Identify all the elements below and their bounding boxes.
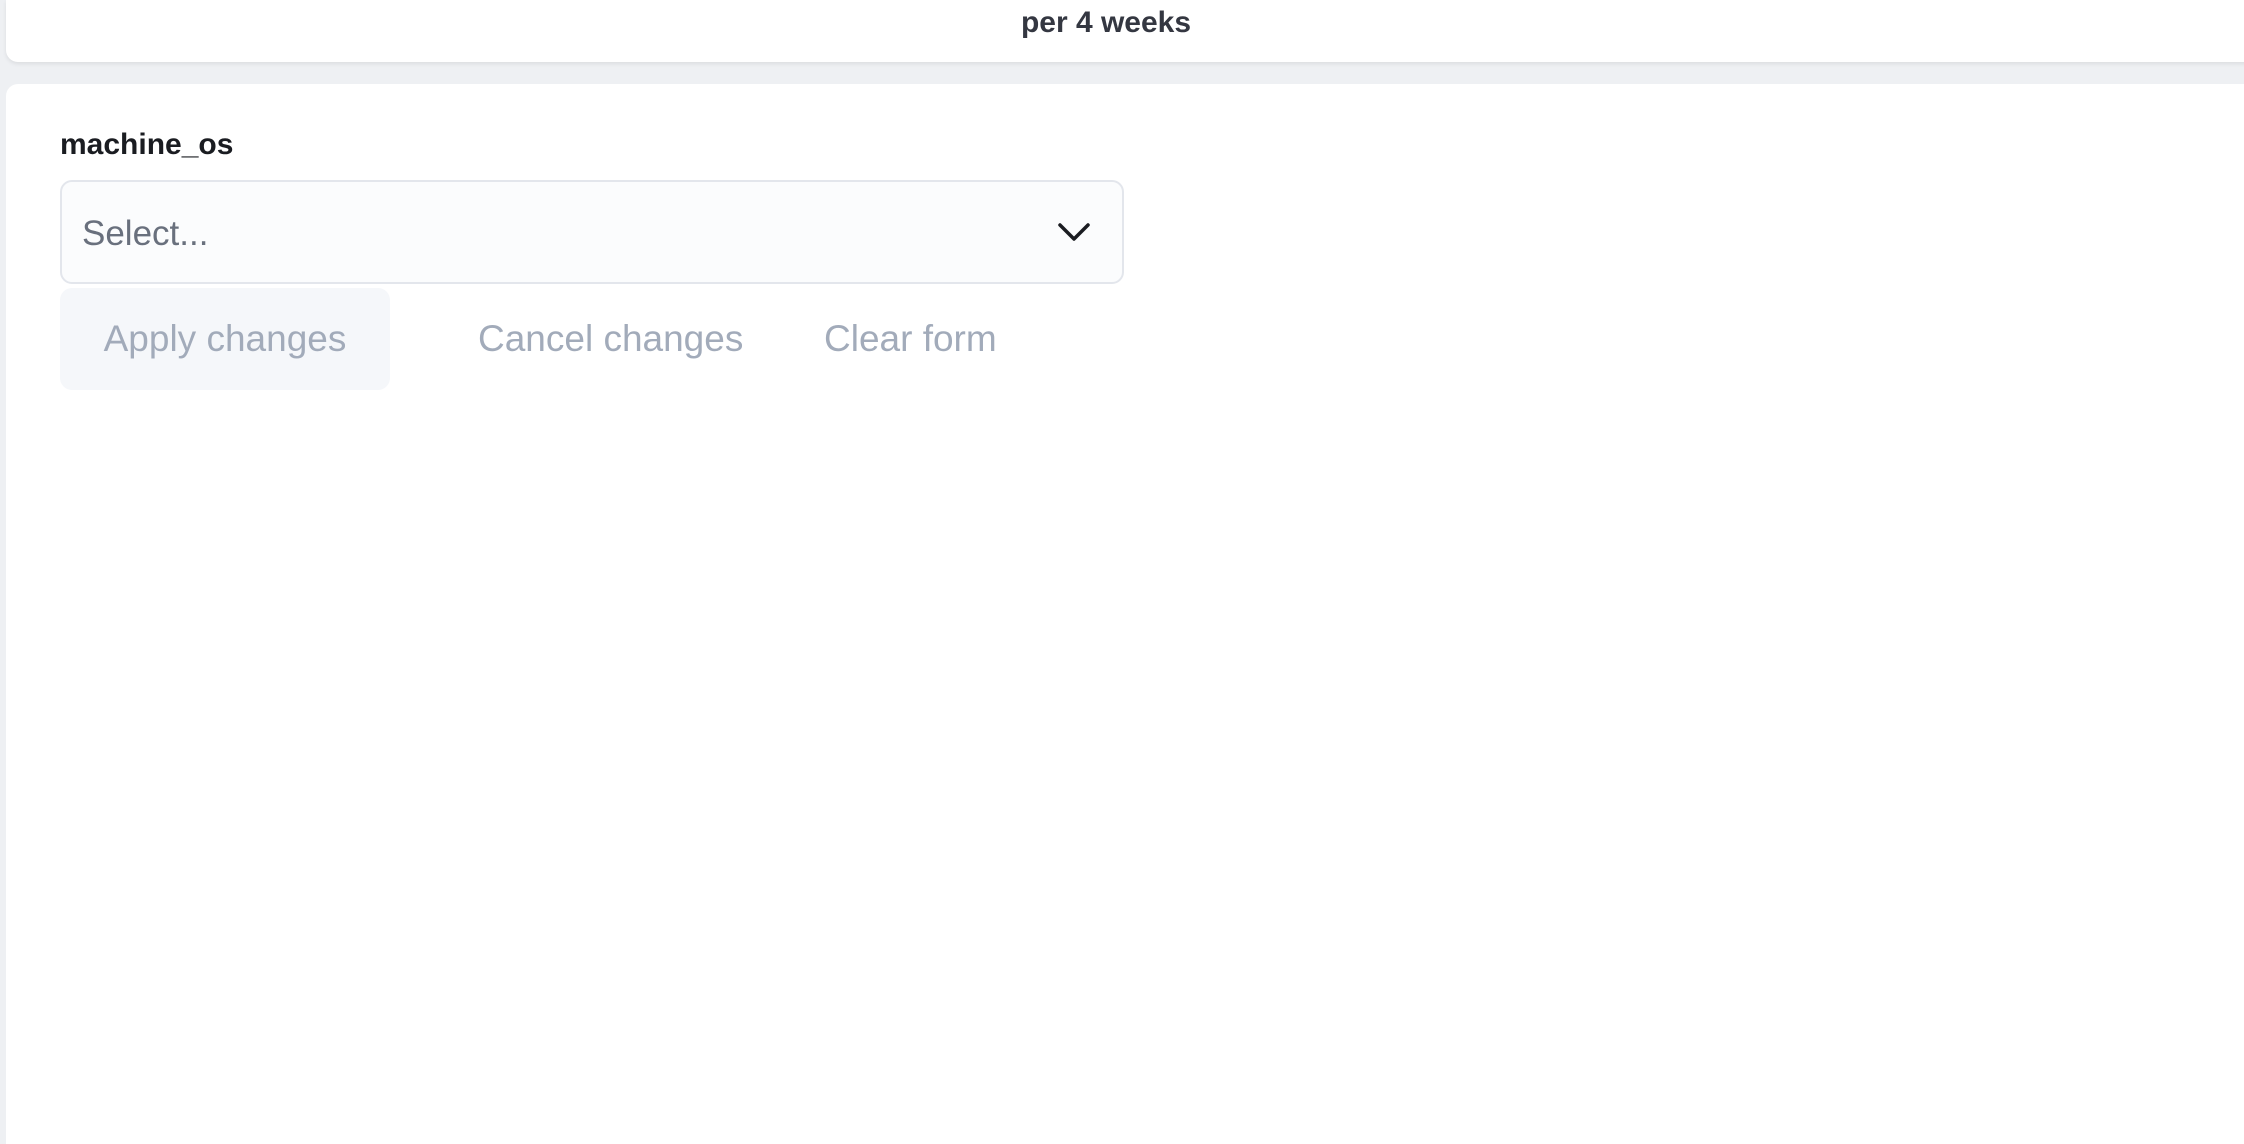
apply-changes-button[interactable]: Apply changes	[60, 288, 390, 390]
controls-panel: machine_os Select... Apply changes Cance…	[6, 84, 2244, 1144]
cancel-changes-button[interactable]: Cancel changes	[446, 288, 775, 390]
field-label: machine_os	[60, 128, 234, 161]
top-panel: per 4 weeks	[6, 0, 2244, 62]
select-placeholder: Select...	[82, 214, 209, 253]
clear-form-button[interactable]: Clear form	[792, 288, 1029, 390]
chevron-down-icon[interactable]	[1056, 216, 1092, 246]
panel-caption: per 4 weeks	[1020, 6, 1192, 39]
machine-os-select[interactable]: Select...	[60, 180, 1124, 284]
